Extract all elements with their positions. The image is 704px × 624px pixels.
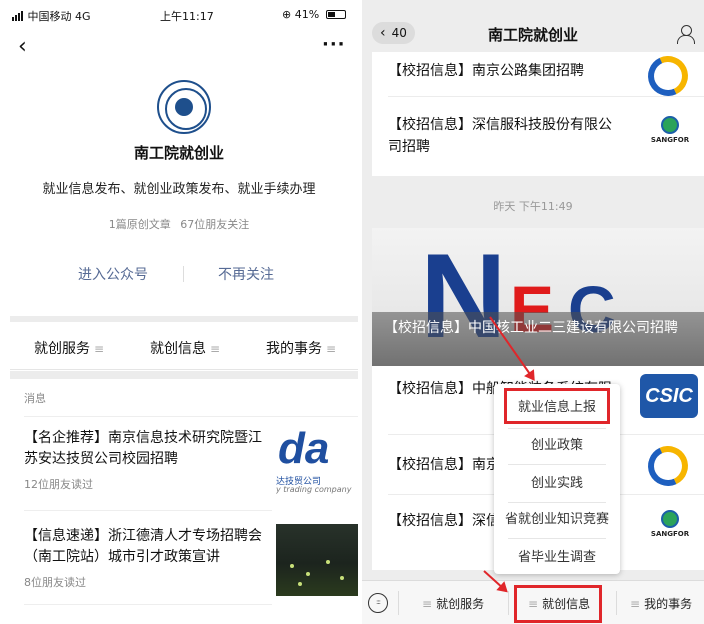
menu-lines-icon: ≡	[94, 342, 105, 356]
logo-text: SANGFOR	[650, 136, 690, 144]
more-options-icon[interactable]: ···	[322, 34, 346, 55]
enter-account-button[interactable]: 进入公众号	[78, 264, 148, 284]
keyboard-icon[interactable]: :::	[368, 593, 388, 613]
status-left: 中国移动 4G	[12, 8, 91, 24]
menu-separator	[398, 591, 399, 615]
card-item-title[interactable]: 【校招信息】南京公路集团招聘	[388, 60, 624, 82]
status-bar: 中国移动 4G 上午11:17 ⊕ 41%	[0, 0, 358, 26]
logo-text: SANGFOR	[650, 530, 690, 538]
globe-icon	[661, 116, 679, 134]
account-logo	[157, 80, 211, 134]
sangfor-logo: SANGFOR	[648, 116, 692, 144]
battery-icon	[325, 10, 346, 19]
chat-nav-bar: ‹ 40 南工院就创业	[362, 0, 704, 52]
divider	[508, 428, 606, 429]
left-phone-screen: 中国移动 4G 上午11:17 ⊕ 41% ‹ ··· 南工院就创业 就业信息发…	[0, 0, 358, 624]
carrier-label: 中国移动	[27, 10, 72, 23]
menu-label: 我的事务	[644, 597, 693, 611]
highlight-box-job-report	[504, 388, 610, 424]
menu-item-label: 就创信息	[150, 341, 206, 357]
menu-label: 就创服务	[436, 597, 485, 611]
csic-logo: CSIC	[640, 374, 698, 418]
divider	[24, 604, 272, 605]
back-chevron-icon[interactable]: ‹	[18, 34, 27, 59]
article-reads: 12位朋友读过	[24, 478, 93, 491]
thumbnail-logo-text: da	[278, 428, 330, 473]
company-logo-swirl	[642, 50, 694, 102]
article-title: 【信息速递】浙江德清人才专场招聘会（南工院站）城市引才政策宣讲	[24, 528, 262, 565]
submenu-item-practice[interactable]: 创业实践	[494, 472, 620, 491]
orientation-lock-icon: ⊕	[282, 8, 292, 21]
menu-item-info[interactable]: 就创信息 ≡	[150, 338, 220, 358]
divider	[508, 464, 606, 465]
divider	[508, 538, 606, 539]
divider	[508, 502, 606, 503]
account-stats: 1篇原创文章 67位朋友关注	[0, 216, 358, 232]
article-card: 【校招信息】南京公路集团招聘 【校招信息】深信服科技股份有限公司招聘 SANGF…	[372, 50, 704, 176]
menu-lines-icon: ≡	[630, 597, 641, 611]
menu-item-affairs[interactable]: 我的事务 ≡	[266, 338, 336, 358]
chat-title: 南工院就创业	[487, 26, 578, 44]
article-thumbnail: da 达技贸公司 y trading company	[276, 428, 358, 500]
article-title: 【名企推荐】南京信息技术研究院暨江苏安达技贸公司校园招聘	[24, 430, 262, 467]
bottom-menu-affairs[interactable]: ≡ 我的事务	[630, 595, 692, 612]
menu-lines-icon: ≡	[210, 342, 221, 356]
article-thumbnail	[276, 524, 358, 596]
menu-item-services[interactable]: 就创服务 ≡	[34, 338, 104, 358]
account-name: 南工院就创业	[133, 144, 224, 162]
status-time: 上午11:17	[160, 10, 214, 23]
menu-item-label: 我的事务	[266, 341, 322, 357]
divider	[388, 96, 704, 97]
menu-lines-icon: ≡	[326, 342, 337, 356]
network-label: 4G	[75, 10, 91, 23]
bottom-menu-services[interactable]: ≡ 就创服务	[422, 595, 484, 612]
person-icon[interactable]	[676, 24, 696, 44]
messages-header: 消息	[24, 392, 46, 405]
sangfor-logo: SANGFOR	[648, 510, 692, 538]
company-logo-swirl	[642, 440, 694, 492]
menu-separator	[508, 591, 509, 615]
section-gap	[10, 371, 358, 379]
highlight-box-info-menu	[514, 585, 602, 623]
account-description: 就业信息发布、就创业政策发布、就业手续办理	[42, 182, 316, 197]
menu-item-label: 就创服务	[34, 341, 90, 357]
original-articles-count: 1篇原创文章	[108, 218, 171, 231]
banner-title: 【校招信息】中国核工业二三建设有限公司招聘	[384, 320, 678, 336]
article-reads: 8位朋友读过	[24, 576, 86, 589]
battery-percent: 41%	[294, 8, 320, 21]
status-right: ⊕ 41%	[282, 8, 346, 21]
unfollow-button[interactable]: 不再关注	[218, 264, 274, 284]
actions-divider	[183, 266, 184, 282]
card-item-title[interactable]: 【校招信息】深信服科技股份有限公司招聘	[388, 114, 624, 158]
globe-icon	[661, 510, 679, 528]
thumbnail-subtext-en: y trading company	[276, 485, 352, 494]
submenu-item-contest[interactable]: 省就创业知识竞赛	[494, 508, 620, 527]
message-timestamp: 昨天 下午11:49	[493, 200, 573, 213]
submenu-item-policy[interactable]: 创业政策	[494, 434, 620, 453]
divider	[24, 416, 358, 417]
article-banner[interactable]: N E C 【校招信息】中国核工业二三建设有限公司招聘	[372, 228, 704, 366]
divider	[24, 510, 272, 511]
signal-icon	[12, 11, 24, 24]
menu-lines-icon: ≡	[422, 597, 433, 611]
submenu-item-survey[interactable]: 省毕业生调查	[494, 546, 620, 565]
menu-separator	[616, 591, 617, 615]
friends-following-count: 67位朋友关注	[180, 218, 250, 231]
account-menu: 就创服务 ≡ 就创信息 ≡ 我的事务 ≡	[10, 322, 358, 370]
